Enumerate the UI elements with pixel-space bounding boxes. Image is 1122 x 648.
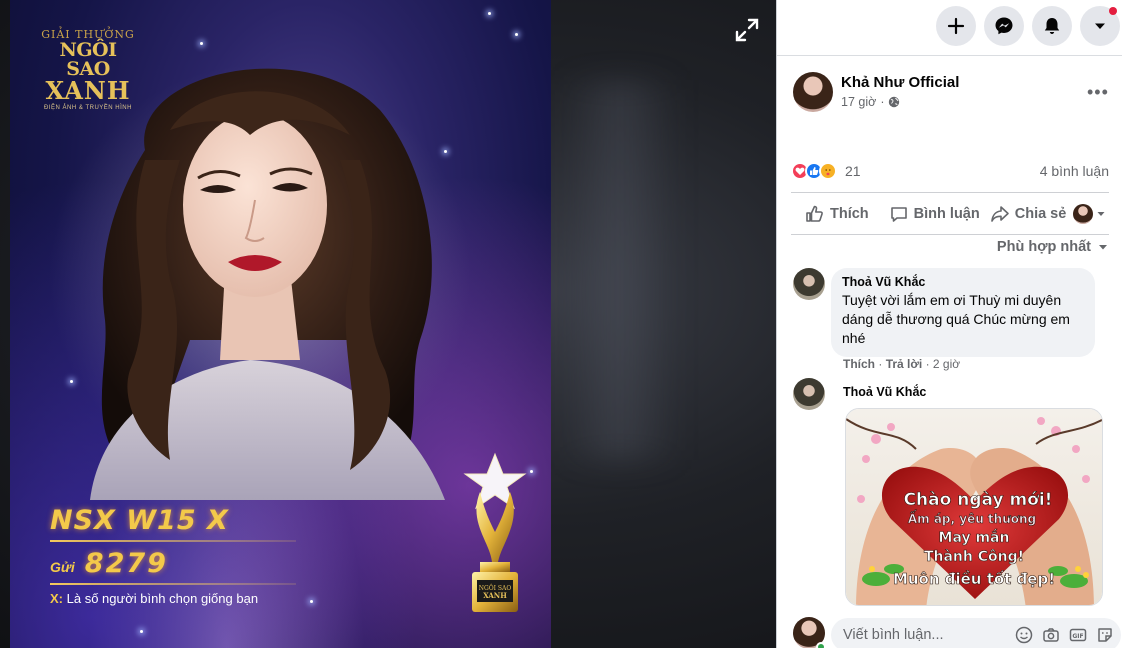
caret-down-icon (1095, 23, 1105, 29)
gold-rule (50, 583, 296, 585)
separator: · (878, 357, 886, 371)
send-label: Gửi (50, 559, 75, 575)
background-light (560, 80, 680, 460)
reaction-icons (791, 162, 837, 180)
separator: · (925, 357, 933, 371)
greeting-card-image: Chào ngày mới! Ấm áp, yêu thương May mắn… (846, 409, 1102, 605)
emoji-icon[interactable] (1015, 626, 1033, 644)
send-number: 8279 (84, 548, 168, 579)
messenger-icon (995, 17, 1013, 35)
share-icon (990, 206, 1009, 222)
photo-viewer[interactable]: GIẢI THƯỞNG NGÔI SAO XANH ĐIỆN ẢNH & TRU… (0, 0, 776, 648)
comment-like-link[interactable]: Thích (843, 357, 875, 371)
comment-icon (890, 207, 907, 222)
post-header: Khả Như Official 17 giờ · (791, 72, 1111, 116)
vote-code: NSX W15 X (50, 505, 229, 536)
share-label: Chia sẻ (1014, 206, 1067, 222)
comment-bubble: Thoả Vũ Khắc Tuyệt vời lắm em ơi Thuỳ mi… (831, 268, 1095, 357)
divider (791, 234, 1109, 235)
award-poster-image[interactable]: GIẢI THƯỞNG NGÔI SAO XANH ĐIỆN ẢNH & TRU… (10, 0, 551, 648)
reactions-summary[interactable]: 21 4 bình luận (791, 160, 1109, 182)
sparkle (140, 630, 143, 633)
divider (791, 192, 1109, 193)
post-actions: Thích Bình luận Chia sẻ (791, 196, 1109, 232)
comment-button[interactable]: Bình luận (889, 204, 980, 224)
comment-author[interactable]: Thoả Vũ Khắc (843, 385, 926, 399)
logo-line-3: XANH (45, 76, 131, 105)
vote-instructions: NSX W15 X Gửi 8279 X: Là số người bình c… (50, 505, 310, 606)
post-meta: 17 giờ · (841, 95, 900, 109)
globe-icon (889, 96, 900, 108)
comment-author[interactable]: Thoả Vũ Khắc (842, 275, 1083, 289)
thumbs-up-icon (806, 205, 823, 222)
facebook-photo-viewer: GIẢI THƯỞNG NGÔI SAO XANH ĐIỆN ẢNH & TRU… (0, 0, 1122, 648)
greeting-line-2: Ấm áp, yêu thương (908, 509, 1036, 526)
svg-text:XANH: XANH (483, 591, 507, 600)
award-logo: GIẢI THƯỞNG NGÔI SAO XANH ĐIỆN ẢNH & TRU… (38, 28, 138, 111)
like-button[interactable]: Thích (805, 204, 869, 224)
trophy-icon: NGÔI SAO XANH (463, 452, 527, 612)
online-status-dot (816, 642, 826, 648)
greeting-line-1: Chào ngày mới! (904, 490, 1053, 510)
react-as-selector[interactable] (1073, 204, 1107, 224)
plus-icon (947, 17, 965, 35)
greeting-line-4: Thành Công! (924, 549, 1024, 565)
caret-down-icon (1099, 245, 1107, 250)
sparkle (488, 12, 491, 15)
composer-tools: GIF (1015, 626, 1114, 644)
comment-item: Thoả Vũ Khắc Tuyệt vời lắm em ơi Thuỳ mi… (791, 268, 1109, 378)
author-avatar[interactable] (793, 72, 833, 112)
comment-label: Bình luận (913, 206, 980, 222)
comment-reply-link[interactable]: Trả lời (886, 357, 923, 371)
vote-note: X: Là số người bình chọn giống bạn (50, 591, 310, 606)
gif-icon[interactable]: GIF (1069, 626, 1087, 644)
comments-count[interactable]: 4 bình luận (1040, 163, 1109, 179)
reaction-count[interactable]: 21 (845, 163, 861, 179)
create-button[interactable] (936, 6, 976, 46)
greeting-line-3: May mắn (939, 529, 1010, 546)
note-prefix: X: (50, 591, 63, 606)
notification-badge (1109, 7, 1117, 15)
logo-line-4: ĐIỆN ẢNH & TRUYỀN HÌNH (44, 105, 132, 111)
notifications-button[interactable] (1032, 6, 1072, 46)
comment-composer: Viết bình luận... GIF (791, 614, 1121, 648)
note-text: Là số người bình chọn giống bạn (66, 591, 259, 606)
comment-time[interactable]: 2 giờ (933, 357, 960, 371)
messenger-button[interactable] (984, 6, 1024, 46)
comment-image-greeting[interactable]: Chào ngày mới! Ấm áp, yêu thương May mắn… (845, 408, 1103, 606)
comment-sort-dropdown[interactable]: Phù hợp nhất (791, 239, 1109, 255)
expand-icon[interactable] (734, 17, 760, 43)
comment-text: Tuyệt vời lắm em ơi Thuỳ mi duyên dáng d… (842, 292, 1070, 346)
share-button[interactable]: Chia sẻ (990, 204, 1067, 224)
post-panel: Khả Như Official 17 giờ · ••• 21 4 bình … (776, 0, 1122, 648)
sticker-icon[interactable] (1096, 626, 1114, 644)
comment-item: Thoả Vũ Khắc Chào ngày mới! Ấm áp, yêu t… (791, 378, 1109, 610)
logo-line-2: NGÔI SAO (59, 39, 117, 80)
caret-down-icon (1097, 212, 1105, 216)
post-author[interactable]: Khả Như Official (841, 74, 959, 91)
bell-icon (1044, 18, 1060, 34)
post-time[interactable]: 17 giờ (841, 95, 876, 109)
sparkle (515, 33, 518, 36)
top-bar (777, 0, 1122, 56)
send-row: Gửi 8279 (50, 548, 310, 579)
sort-label: Phù hợp nhất (996, 239, 1091, 255)
more-dots-icon[interactable]: ••• (1087, 82, 1109, 103)
sparkle (310, 600, 313, 603)
camera-icon[interactable] (1042, 626, 1060, 644)
commenter-avatar[interactable] (793, 268, 825, 300)
page-avatar (1073, 204, 1093, 224)
care-reaction-icon (819, 162, 837, 180)
comment-actions: Thích · Trả lời · 2 giờ (843, 357, 960, 371)
like-label: Thích (830, 206, 869, 222)
meta-separator: · (880, 95, 885, 109)
commenter-avatar[interactable] (793, 378, 825, 410)
greeting-line-5: Muôn điều tốt đẹp! (893, 569, 1055, 588)
svg-text:GIF: GIF (1072, 633, 1083, 640)
gold-rule (50, 540, 296, 542)
